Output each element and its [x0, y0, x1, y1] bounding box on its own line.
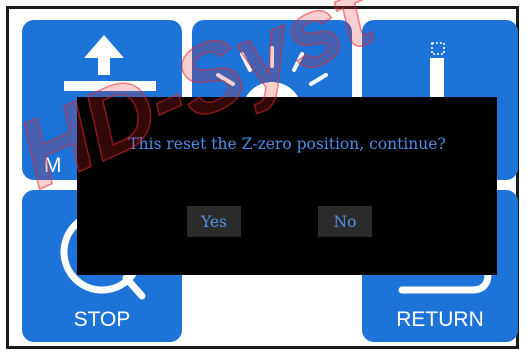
- confirm-dialog: This reset the Z-zero position, continue…: [77, 97, 497, 275]
- raise-label: M: [44, 154, 62, 177]
- touch-screen: M STOP RETURN This reset the Z-zero posi…: [6, 6, 519, 349]
- yes-button[interactable]: Yes: [187, 206, 241, 237]
- return-label: RETURN: [396, 308, 484, 331]
- dialog-message: This reset the Z-zero position, continue…: [128, 135, 446, 153]
- no-button[interactable]: No: [318, 206, 372, 237]
- stop-label: STOP: [73, 308, 131, 331]
